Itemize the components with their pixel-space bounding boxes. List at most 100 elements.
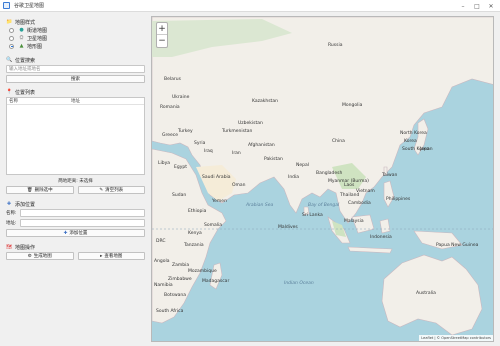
zoom-control: + − [156,22,168,48]
map-label: Laos [344,183,355,188]
radio-terrain-map[interactable]: ▲ 地形图 [9,42,145,50]
map-label: Taiwan [382,173,398,178]
map-label: Cambodia [348,201,371,206]
add-location-button[interactable]: ✚ 添加位置 [6,229,145,237]
map-label: Bay of Bengal [308,203,340,208]
search-title: 🔍 位置搜索 [6,57,36,64]
map-label: Australia [416,291,436,296]
table-header: 名称 地址 [7,98,144,105]
radio-satellite-map[interactable]: ⛭ 卫星地图 [9,34,145,42]
map-label: Saudi Arabia [202,175,231,180]
map-label: Russia [328,43,343,48]
sidebar: 📁 地图样式 ● 街道地图 ⛭ 卫星地图 ▲ 地形图 🔍 位置搜索 输入地址或地… [6,16,145,316]
map-label: Yemen [212,199,227,204]
map-label: Bangladesh [316,171,343,176]
map-label: Afghanistan [248,143,275,148]
map-label: China [332,139,345,144]
map-label: DRC [156,239,166,244]
column-header-name[interactable]: 名称 [7,98,69,104]
trash-icon: 🗑 [26,187,33,193]
app-icon [3,2,10,9]
address-label: 地址: [6,221,17,226]
map-label: Mongolia [342,103,363,108]
map-label: North Korea [400,131,427,136]
map-label: Egypt [174,165,187,170]
radio-button[interactable] [9,27,14,33]
map-label: Mozambique [188,269,217,274]
map-label: Korea [404,139,417,144]
location-list-title: 📍 位置列表 [6,89,36,96]
map-label: Turkmenistan [222,129,253,134]
map-view[interactable]: + − Russia Belarus Ukraine Kazakhstan Mongol… [151,16,494,342]
radio-button-checked[interactable] [9,43,14,49]
map-label: Sudan [172,193,187,198]
search-icon: 🔍 [6,57,13,63]
map-label: Sri Lanka [302,213,323,218]
search-button[interactable]: 搜索 [6,75,145,83]
broom-icon: ✎ [99,187,104,193]
map-label: Philippines [386,197,411,202]
name-row: 名称: [6,209,145,217]
minimize-icon[interactable]: – [456,0,470,12]
address-field[interactable] [20,219,145,227]
map-label: Indian Ocean [284,281,314,286]
zoom-out-button[interactable]: − [157,35,167,47]
name-field[interactable] [20,209,145,217]
satellite-icon: ⛭ [19,35,24,41]
map-label: Tanzania [184,243,204,248]
radio-street-map[interactable]: ● 街道地图 [9,26,145,34]
map-label: Vietnam [356,189,375,194]
map-label: Nepal [296,163,309,168]
add-location-title: ✚ 添加位置 [6,201,36,208]
clear-list-button[interactable]: ✎ 清空列表 [77,186,145,194]
map-label: Kenya [188,231,202,236]
map-label: Turkey [178,129,193,134]
map-label: Maldives [278,225,298,230]
map-label: Ethiopia [188,209,207,214]
map-label: Iraq [204,149,213,154]
radio-button[interactable] [9,35,14,41]
map-label: Iran [232,151,241,156]
delete-selected-button[interactable]: 🗑 删除选中 [6,186,74,194]
close-icon[interactable]: ✕ [484,0,498,12]
map-label: Namibia [154,283,173,288]
map-label: India [288,175,300,180]
street-icon: ● [19,27,24,33]
map-label: Syria [194,141,206,146]
zoom-in-button[interactable]: + [157,23,167,35]
maximize-icon[interactable]: □ [470,0,484,12]
address-row: 地址: [6,219,145,227]
folder-icon: 📁 [6,19,13,25]
search-input[interactable]: 输入地址或地名 [6,65,145,73]
plus-icon: ✚ [6,201,12,207]
map-label: Kazakhstan [252,99,278,104]
map-label: Madagascar [202,279,230,284]
map-label: Uzbekistan [238,121,263,126]
map-label: South Africa [156,309,184,314]
distance-status: 两地距离: 未选择 [58,179,93,184]
window-controls: – □ ✕ [456,0,498,12]
terrain-icon: ▲ [19,43,24,49]
generate-map-button[interactable]: ⚙ 生成地图 [6,252,74,260]
view-icon: ▸ [100,253,103,259]
location-table[interactable]: 名称 地址 [6,97,145,175]
map-label: Angola [154,259,170,264]
view-map-button[interactable]: ▸ 查看地图 [77,252,145,260]
column-header-address[interactable]: 地址 [69,98,80,104]
map-ops-title: 🗺 地图操作 [6,244,36,251]
map-label: Ukraine [172,95,190,100]
map-label: Oman [232,183,246,188]
add-icon: ✚ [63,230,68,236]
map-style-title: 📁 地图样式 [6,19,36,26]
map-icon: 🗺 [6,244,13,250]
map-attribution[interactable]: Leaflet | © OpenStreetMap contributors [419,335,493,341]
map-label: Romania [160,105,180,110]
map-label: Indonesia [370,235,392,240]
generate-icon: ⚙ [27,253,32,259]
map-label: Arabian Sea [246,203,274,208]
name-label: 名称: [6,211,17,216]
map-label: Belarus [164,77,181,82]
map-label: Japan [420,147,433,152]
map-label: Greece [162,133,179,138]
map-label: Somalia [204,223,223,228]
